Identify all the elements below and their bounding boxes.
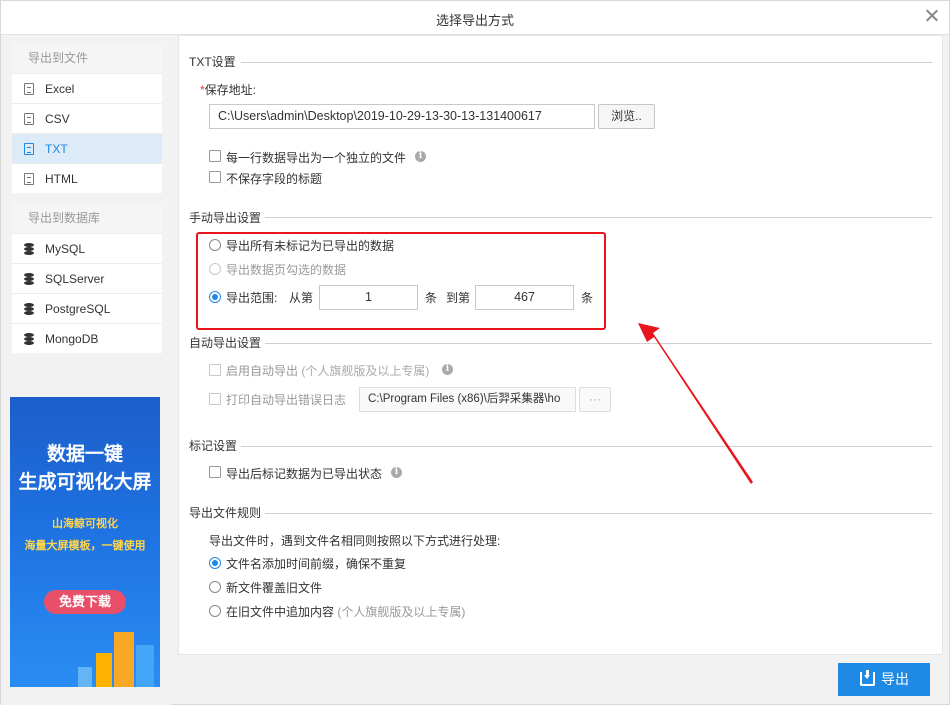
sidebar-item-postgresql[interactable]: PostgreSQL — [12, 293, 162, 323]
database-icon — [24, 303, 34, 315]
file-icon — [24, 143, 34, 155]
export-button-label: 导出 — [881, 671, 909, 687]
database-icon — [24, 333, 34, 345]
sidebar-item-mysql[interactable]: MySQL — [12, 233, 162, 263]
sidebar-item-label: TXT — [45, 142, 68, 156]
settings-panel: TXT设置 *保存地址: C:\Users\admin\Desktop\2019… — [178, 35, 943, 655]
file-icon — [24, 83, 34, 95]
radio-export-unmarked[interactable] — [209, 239, 221, 251]
radio-label: 新文件覆盖旧文件 — [226, 581, 323, 595]
error-log-browse-button[interactable]: ··· — [579, 387, 611, 412]
checkbox-label: 不保存字段的标题 — [226, 172, 323, 186]
ad-banner[interactable]: 数据一键 生成可视化大屏 山海鲸可视化 海量大屏模板，一键使用 免费下载 — [10, 397, 160, 687]
export-dialog: 选择导出方式 导出到文件 Excel CSV TXT HTML 导出到数据库 M… — [0, 0, 950, 705]
radio-label: 导出范围: — [226, 291, 278, 305]
section-title-rules: 导出文件规则 — [189, 506, 262, 520]
range-to-input[interactable]: 467 — [475, 285, 574, 310]
range-from-label: 从第 — [289, 291, 314, 305]
unit-label: 条 — [581, 291, 594, 305]
save-path-label: *保存地址: — [200, 83, 257, 97]
browse-button[interactable]: 浏览.. — [598, 104, 655, 129]
ad-graphic-bar — [136, 645, 154, 687]
database-icon — [24, 243, 34, 255]
checkbox-label: 导出后标记数据为已导出状态 — [226, 467, 383, 481]
sidebar-item-label: PostgreSQL — [45, 302, 111, 316]
section-divider — [265, 343, 932, 344]
export-button[interactable]: 导出 — [838, 663, 930, 696]
checkbox-one-file-per-row[interactable] — [209, 150, 221, 162]
checkbox-enable-auto-export[interactable] — [209, 364, 221, 376]
title-bar: 选择导出方式 — [1, 1, 949, 35]
info-icon[interactable]: i — [415, 151, 426, 162]
database-icon — [24, 273, 34, 285]
sidebar-item-label: MongoDB — [45, 332, 99, 346]
sidebar-item-label: Excel — [45, 82, 75, 96]
sidebar-item-csv[interactable]: CSV — [12, 103, 162, 133]
info-icon[interactable]: i — [442, 364, 453, 375]
checkbox-label: 启用自动导出 (个人旗舰版及以上专属) — [226, 364, 430, 378]
radio-timestamp-prefix[interactable] — [209, 557, 221, 569]
sidebar-item-mongodb[interactable]: MongoDB — [12, 323, 162, 353]
error-log-path-input[interactable]: C:\Program Files (x86)\后羿采集器\ho — [359, 387, 576, 412]
range-to-label: 到第 — [446, 291, 471, 305]
checkbox-label: 打印自动导出错误日志 — [226, 393, 347, 407]
ad-graphic-bar — [114, 632, 134, 687]
radio-export-range[interactable] — [209, 291, 221, 303]
sidebar-item-excel[interactable]: Excel — [12, 73, 162, 103]
sidebar-item-label: HTML — [45, 172, 78, 186]
radio-overwrite[interactable] — [209, 581, 221, 593]
radio-append[interactable] — [209, 605, 221, 617]
radio-label: 在旧文件中追加内容 (个人旗舰版及以上专属) — [226, 605, 466, 619]
close-icon[interactable] — [921, 5, 943, 27]
download-icon — [860, 670, 875, 686]
database-export-group: 导出到数据库 MySQL SQLServer PostgreSQL MongoD… — [12, 203, 162, 353]
checkbox-label: 每一行数据导出为一个独立的文件 — [226, 151, 407, 165]
group-heading-database: 导出到数据库 — [12, 203, 162, 233]
section-title-manual: 手动导出设置 — [189, 211, 262, 225]
save-path-input[interactable]: C:\Users\admin\Desktop\2019-10-29-13-30-… — [209, 104, 595, 129]
ad-graphic-bar — [78, 667, 92, 687]
info-icon[interactable]: i — [391, 467, 402, 478]
checkbox-print-error-log[interactable] — [209, 393, 221, 405]
sidebar-item-label: MySQL — [45, 242, 86, 256]
sidebar-item-label: CSV — [45, 112, 70, 126]
section-title-txt: TXT设置 — [189, 55, 236, 69]
section-title-auto: 自动导出设置 — [189, 336, 262, 350]
file-icon — [24, 113, 34, 125]
ad-headline-1: 数据一键 — [46, 444, 123, 465]
ad-slogan: 海量大屏模板，一键使用 — [24, 540, 146, 552]
dialog-title: 选择导出方式 — [435, 13, 514, 28]
rules-description: 导出文件时，遇到文件名相同则按照以下方式进行处理: — [209, 534, 501, 548]
ad-download-button[interactable]: 免费下载 — [44, 590, 126, 614]
section-divider — [241, 446, 932, 447]
checkbox-no-field-title[interactable] — [209, 171, 221, 183]
section-divider — [241, 62, 932, 63]
radio-label: 文件名添加时间前缀，确保不重复 — [226, 557, 407, 571]
checkbox-mark-exported[interactable] — [209, 466, 221, 478]
file-export-group: 导出到文件 Excel CSV TXT HTML — [12, 43, 162, 193]
unit-label: 条 — [425, 291, 438, 305]
file-icon — [24, 173, 34, 185]
ad-graphic-bar — [96, 653, 112, 687]
section-title-mark: 标记设置 — [189, 439, 238, 453]
radio-label: 导出数据页勾选的数据 — [226, 263, 347, 277]
section-divider — [265, 217, 932, 218]
sidebar-item-txt[interactable]: TXT — [12, 133, 162, 163]
radio-label: 导出所有未标记为已导出的数据 — [226, 239, 395, 253]
sidebar-item-sqlserver[interactable]: SQLServer — [12, 263, 162, 293]
range-from-input[interactable]: 1 — [319, 285, 418, 310]
group-heading-file: 导出到文件 — [12, 43, 162, 73]
sidebar-item-label: SQLServer — [45, 272, 105, 286]
sidebar-item-html[interactable]: HTML — [12, 163, 162, 193]
section-divider — [265, 513, 932, 514]
radio-export-selected[interactable] — [209, 263, 221, 275]
ad-brand: 山海鲸可视化 — [52, 518, 118, 530]
ad-headline-2: 生成可视化大屏 — [18, 472, 152, 493]
